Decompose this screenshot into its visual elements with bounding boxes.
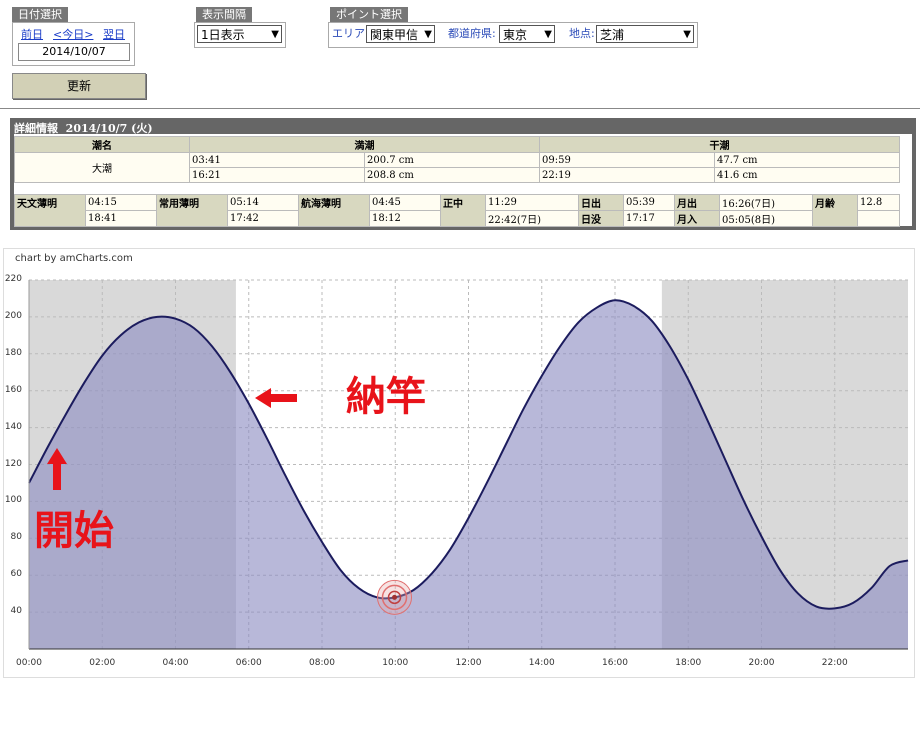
detail-inner: 潮名 満潮 干潮 大潮 03:41 200.7 cm 09:59 47.7 cm… <box>14 134 912 227</box>
low-tide-header: 干潮 <box>539 136 900 153</box>
today-link[interactable]: <今日> <box>53 26 93 42</box>
high-level-2: 208.8 cm <box>364 167 540 183</box>
astro-twilight-pm: 18:41 <box>85 210 157 227</box>
nautical-twilight-pm: 18:12 <box>369 210 441 227</box>
y-tick-label: 120 <box>4 458 22 469</box>
y-tick-label: 140 <box>4 421 22 432</box>
civil-twilight-label: 常用薄明 <box>156 194 228 227</box>
end-annotation: 納竿 <box>346 374 426 420</box>
low-time-2: 22:19 <box>539 167 715 183</box>
x-tick-label: 14:00 <box>528 658 555 668</box>
spot-label: 地点: <box>569 27 595 40</box>
high-time-1: 03:41 <box>189 152 365 168</box>
arrow-up-icon <box>47 448 67 490</box>
x-tick-label: 20:00 <box>748 658 775 668</box>
chevron-down-icon: ▼ <box>544 29 552 40</box>
y-tick-label: 220 <box>4 274 22 284</box>
x-tick-label: 18:00 <box>675 658 702 668</box>
moon-age-value: 12.8 <box>857 194 900 211</box>
date-display[interactable]: 2014/10/07 <box>18 43 130 61</box>
y-tick-label: 200 <box>4 310 22 321</box>
prev-day-link[interactable]: 前日 <box>21 26 43 42</box>
chevron-down-icon: ▼ <box>424 29 432 40</box>
noon-am: 11:29 <box>485 194 579 211</box>
x-tick-label: 02:00 <box>89 658 116 668</box>
interval-select[interactable]: 1日表示 ▼ <box>197 25 282 43</box>
nautical-twilight-am: 04:45 <box>369 194 441 211</box>
low-level-2: 41.6 cm <box>714 167 900 183</box>
x-tick-label: 04:00 <box>162 658 189 668</box>
astro-twilight-am: 04:15 <box>85 194 157 211</box>
moonset-value: 05:05(8日) <box>719 210 813 227</box>
prefecture-label: 都道府県: <box>448 27 496 40</box>
start-annotation: 開始 <box>34 508 114 554</box>
area-select-value: 関東甲信 <box>370 28 419 42</box>
tide-chart-container <box>3 248 915 678</box>
noon-label: 正中 <box>440 194 486 227</box>
y-tick-label: 160 <box>4 384 22 395</box>
moonrise-value: 16:26(7日) <box>719 194 813 211</box>
y-tick-label: 100 <box>4 495 22 506</box>
x-tick-label: 06:00 <box>235 658 262 668</box>
y-tick-label: 60 <box>10 569 22 580</box>
moon-age-blank <box>857 210 900 227</box>
y-tick-label: 180 <box>4 347 22 358</box>
high-time-2: 16:21 <box>189 167 365 183</box>
moonset-label: 月入 <box>674 210 720 227</box>
chevron-down-icon: ▼ <box>683 29 691 40</box>
high-tide-header: 満潮 <box>189 136 540 153</box>
point-panel-title: ポイント選択 <box>330 7 408 23</box>
spot-select-value: 芝浦 <box>600 28 625 42</box>
civil-twilight-am: 05:14 <box>227 194 299 211</box>
area-label: エリア: <box>332 27 369 40</box>
interval-panel-title: 表示間隔 <box>196 7 252 23</box>
detail-panel: 詳細情報 2014/10/7 (火) 潮名 満潮 干潮 大潮 03:41 200… <box>10 118 916 230</box>
x-tick-label: 22:00 <box>821 658 848 668</box>
divider <box>0 108 920 109</box>
y-tick-label: 40 <box>10 606 22 617</box>
tide-name-header: 潮名 <box>14 136 190 153</box>
interval-select-value: 1日表示 <box>201 28 245 42</box>
astro-twilight-label: 天文薄明 <box>14 194 86 227</box>
astro-table: 天文薄明 04:15 常用薄明 05:14 航海薄明 04:45 正中 11:2… <box>14 194 900 227</box>
sunset-label: 日没 <box>578 210 624 227</box>
sunrise-label: 日出 <box>578 194 624 211</box>
moonrise-label: 月出 <box>674 194 720 211</box>
moon-age-label: 月齢 <box>812 194 858 227</box>
high-level-1: 200.7 cm <box>364 152 540 168</box>
spot-select[interactable]: 芝浦 ▼ <box>596 25 694 43</box>
sunset-value: 17:17 <box>623 210 675 227</box>
x-tick-label: 10:00 <box>382 658 409 668</box>
x-tick-label: 00:00 <box>16 658 42 668</box>
chevron-down-icon: ▼ <box>271 29 279 40</box>
low-time-1: 09:59 <box>539 152 715 168</box>
x-tick-label: 08:00 <box>309 658 335 668</box>
prefecture-select-value: 東京 <box>503 28 528 42</box>
sunrise-value: 05:39 <box>623 194 675 211</box>
tide-table: 潮名 満潮 干潮 大潮 03:41 200.7 cm 09:59 47.7 cm… <box>14 136 900 183</box>
low-level-1: 47.7 cm <box>714 152 900 168</box>
chart-credit-link[interactable]: chart by amCharts.com <box>15 253 133 264</box>
x-tick-label: 16:00 <box>602 658 628 668</box>
x-tick-label: 12:00 <box>455 658 482 668</box>
arrow-left-icon <box>255 388 297 408</box>
update-button[interactable]: 更新 <box>12 73 146 99</box>
noon-pm: 22:42(7日) <box>485 210 579 227</box>
date-panel-title: 日付選択 <box>12 7 68 23</box>
prefecture-select[interactable]: 東京 ▼ <box>499 25 555 43</box>
y-tick-label: 80 <box>10 532 22 543</box>
civil-twilight-pm: 17:42 <box>227 210 299 227</box>
area-select[interactable]: 関東甲信 ▼ <box>366 25 435 43</box>
tide-name-value: 大潮 <box>14 152 190 183</box>
next-day-link[interactable]: 翌日 <box>103 26 125 42</box>
nautical-twilight-label: 航海薄明 <box>298 194 370 227</box>
